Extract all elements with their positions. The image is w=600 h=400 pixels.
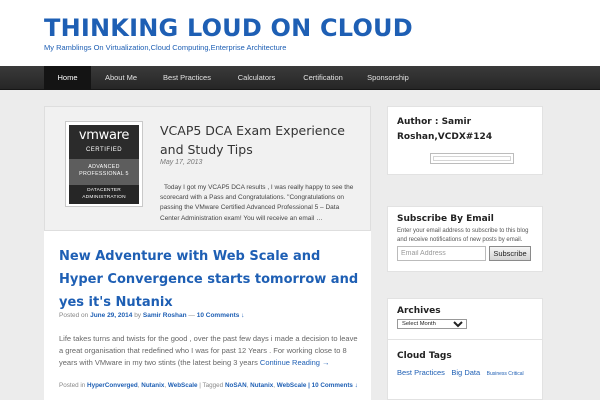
- post-date-link[interactable]: June 29, 2014: [90, 312, 132, 319]
- archives-select[interactable]: Select Month: [397, 319, 467, 329]
- tag-link[interactable]: WebScale: [277, 382, 307, 389]
- subscribe-description: Enter your email address to subscribe to…: [397, 228, 529, 243]
- vmware-certified-badge[interactable]: vmware CERTIFIED ADVANCED PROFESSIONAL 5…: [65, 121, 143, 207]
- nav-item-sponsorship[interactable]: Sponsorship: [361, 66, 415, 90]
- vmware-logo: vmware: [78, 128, 130, 143]
- site-header: THINKING LOUD ON CLOUD My Ramblings On V…: [0, 0, 600, 66]
- tag-business-critical[interactable]: Business Critical: [487, 371, 524, 377]
- category-link[interactable]: Nutanix: [141, 382, 164, 389]
- featured-post-date: May 17, 2013: [160, 159, 203, 166]
- posted-in-label: Posted in: [59, 382, 86, 389]
- by-label: by: [134, 312, 142, 319]
- subscribe-button[interactable]: Subscribe: [489, 246, 531, 261]
- badge-top: vmware CERTIFIED: [69, 125, 139, 159]
- tag-best-practices[interactable]: Best Practices: [397, 368, 445, 377]
- badge-certified-label: CERTIFIED: [85, 147, 123, 153]
- featured-post: vmware CERTIFIED ADVANCED PROFESSIONAL 5…: [44, 106, 371, 231]
- post-excerpt: Life takes turns and twists for the good…: [59, 333, 359, 369]
- nav-item-calculators[interactable]: Calculators: [230, 66, 283, 90]
- badge-level: ADVANCED PROFESSIONAL 5: [69, 159, 139, 185]
- badge-track-line2: ADMINISTRATION: [82, 194, 126, 200]
- continue-reading-link[interactable]: Continue Reading →: [260, 358, 330, 367]
- nav-item-about-me[interactable]: About Me: [95, 66, 147, 90]
- main-content: vmware CERTIFIED ADVANCED PROFESSIONAL 5…: [44, 106, 371, 400]
- category-link[interactable]: WebScale: [168, 382, 198, 389]
- cloud-tags-widget: Cloud Tags Best Practices Big Data Busin…: [387, 339, 543, 400]
- tag-cloud: Best Practices Big Data Business Critica…: [397, 362, 539, 380]
- author-image-box: [430, 153, 514, 164]
- tagged-label: | Tagged: [199, 382, 224, 389]
- tag-big-data[interactable]: Big Data: [451, 368, 480, 377]
- category-link[interactable]: HyperConverged: [87, 382, 138, 389]
- archives-widget-title: Archives: [397, 306, 441, 316]
- author-widget-title: Author : Samir Roshan,VCDX#124: [397, 117, 493, 142]
- tag-link[interactable]: NoSAN: [225, 382, 247, 389]
- post-categories: Posted in HyperConverged, Nutanix, WebSc…: [59, 382, 358, 389]
- main-navigation: Home About Me Best Practices Calculators…: [0, 66, 600, 90]
- nav-item-best-practices[interactable]: Best Practices: [156, 66, 218, 90]
- featured-post-title[interactable]: VCAP5 DCA Exam Experience and Study Tips: [160, 121, 360, 159]
- post-meta: Posted on June 29, 2014 by Samir Roshan …: [59, 312, 244, 319]
- tag-link[interactable]: Nutanix: [250, 382, 273, 389]
- nav-item-certification[interactable]: Certification: [296, 66, 350, 90]
- archives-widget: Archives Select Month: [387, 298, 543, 344]
- subscribe-widget-title: Subscribe By Email: [397, 214, 494, 224]
- blog-post: New Adventure with Web Scale and Hyper C…: [44, 231, 371, 400]
- posted-on-label: Posted on: [59, 312, 89, 319]
- subscribe-widget: Subscribe By Email Enter your email addr…: [387, 206, 543, 272]
- badge-track: DATACENTER ADMINISTRATION: [69, 185, 139, 204]
- meta-separator: —: [188, 312, 195, 319]
- post-title[interactable]: New Adventure with Web Scale and Hyper C…: [59, 245, 359, 314]
- sidebar: Author : Samir Roshan,VCDX#124 Subscribe…: [387, 106, 543, 400]
- email-input[interactable]: [397, 246, 486, 261]
- site-title[interactable]: THINKING LOUD ON CLOUD: [44, 14, 413, 42]
- post-author-link[interactable]: Samir Roshan: [143, 312, 187, 319]
- author-widget: Author : Samir Roshan,VCDX#124: [387, 106, 543, 175]
- site-tagline: My Ramblings On Virtualization,Cloud Com…: [44, 43, 287, 52]
- featured-post-excerpt: Today I got my VCAP5 DCA results , I was…: [160, 184, 354, 222]
- badge-level-line2: PROFESSIONAL 5: [79, 171, 129, 177]
- post-comments-link[interactable]: 10 Comments ↓: [197, 312, 245, 319]
- comments-count-link[interactable]: | 10 Comments ↓: [308, 382, 358, 389]
- badge-level-line1: ADVANCED: [88, 164, 120, 170]
- nav-item-home[interactable]: Home: [44, 66, 91, 90]
